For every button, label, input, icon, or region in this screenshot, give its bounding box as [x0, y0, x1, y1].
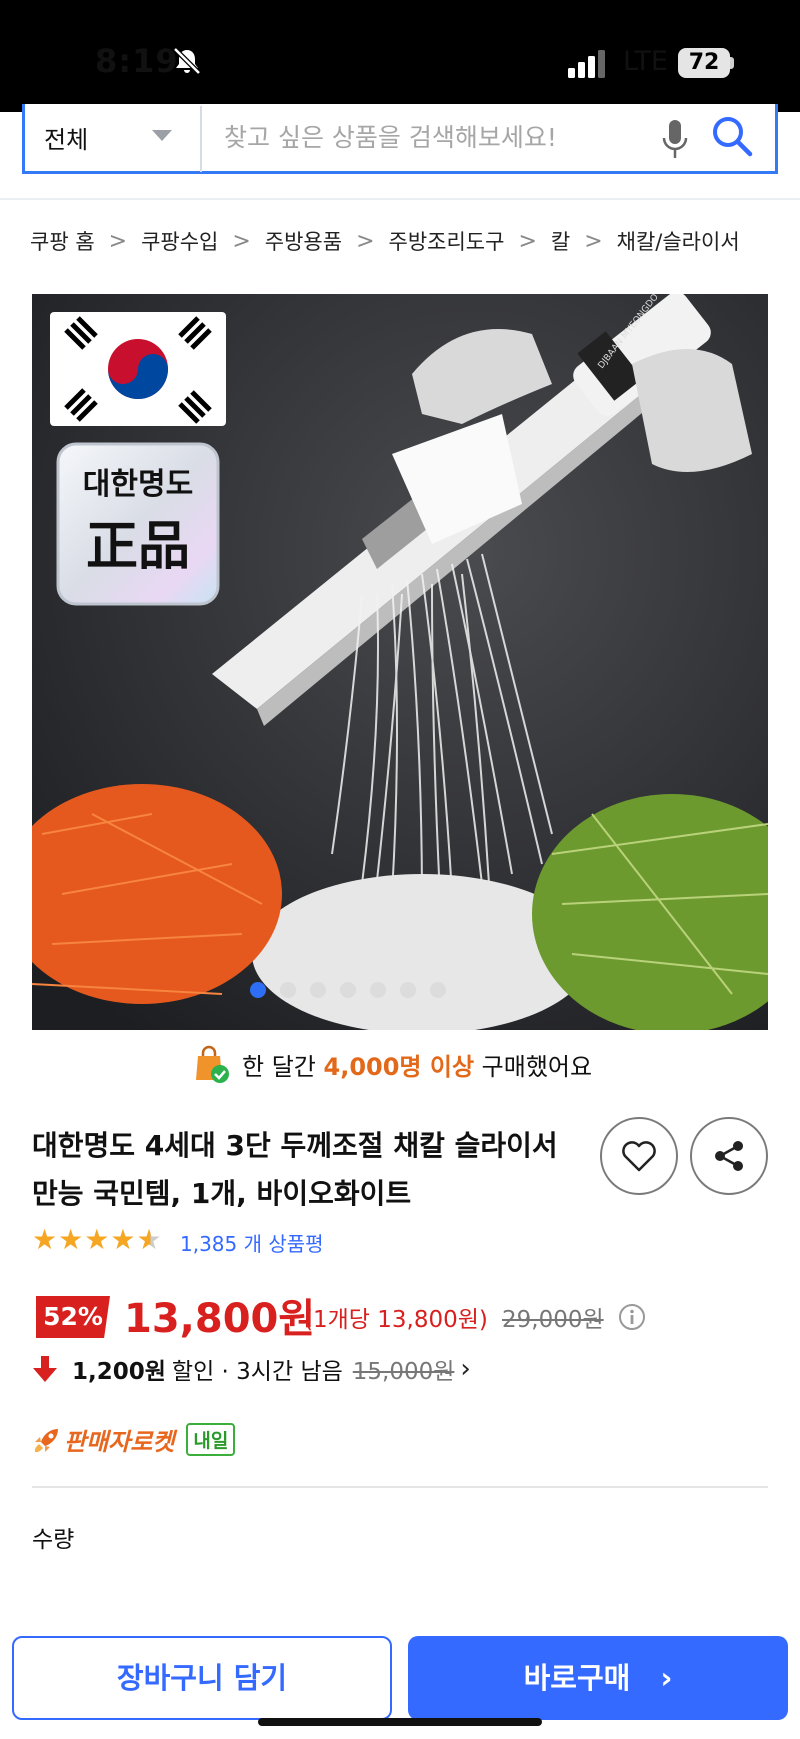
carousel-dot[interactable] — [370, 982, 386, 998]
chevron-right-icon: > — [356, 228, 375, 254]
purchase-count-banner: 한 달간 4,000명 이상 구매했어요 — [190, 1044, 592, 1084]
search-icon[interactable] — [710, 114, 754, 158]
share-icon — [715, 1141, 743, 1171]
review-count-link[interactable]: 1,385 개 상품평 — [180, 1228, 324, 1257]
carousel-dot[interactable] — [340, 982, 356, 998]
carousel-dot[interactable] — [280, 982, 296, 998]
add-to-cart-button[interactable]: 장바구니 담기 — [12, 1636, 392, 1720]
arrow-down-icon — [33, 1356, 57, 1382]
status-time: 8:19 — [95, 42, 179, 80]
chevron-right-icon: › — [660, 1661, 673, 1695]
cell-signal-icon — [568, 50, 605, 78]
buy-now-label: 바로구매 — [523, 1661, 631, 1695]
rocket-delivery-label: 판매자로켓 — [64, 1428, 175, 1456]
shopping-bag-check-icon — [196, 1045, 229, 1083]
product-title: 대한명도 4세대 3단 두께조절 채칼 슬라이서 만능 국민템, 1개, 바이오… — [32, 1129, 558, 1210]
carousel-dot[interactable] — [310, 982, 326, 998]
rating-stars: ★ ★ ★ ★ ★ — [32, 1226, 162, 1254]
battery-tip — [730, 57, 734, 69]
star-icon: ★ — [58, 1223, 84, 1256]
sold-suffix: 구매했어요 — [481, 1052, 593, 1081]
rocket-icon — [34, 1428, 58, 1452]
unit-price: (1개당 13,800원) — [304, 1307, 488, 1333]
chevron-right-icon: > — [232, 228, 251, 254]
coupon-discount-row[interactable]: 1,200원 할인 · 3시간 남음 15,000원 › — [32, 1352, 471, 1386]
breadcrumb-item[interactable]: 쿠팡수입 — [141, 226, 218, 256]
sale-price: 13,800원 — [124, 1296, 316, 1342]
battery-indicator: 72 — [678, 48, 730, 78]
header-divider — [0, 198, 800, 200]
image-carousel-dots — [250, 982, 446, 998]
share-button[interactable] — [690, 1117, 768, 1195]
badge-top-text: 대한명도 — [83, 467, 193, 502]
quantity-label: 수량 — [32, 1527, 75, 1553]
sold-prefix: 한 달간 — [242, 1052, 316, 1081]
badge-bottom-text: 正品 — [86, 517, 190, 577]
section-divider — [32, 1486, 768, 1488]
breadcrumb-item[interactable]: 채칼/슬라이서 — [617, 226, 740, 256]
heart-icon — [622, 1141, 656, 1172]
coupon-amount: 1,200원 — [72, 1359, 166, 1385]
delivery-eta-badge: 내일 — [186, 1423, 236, 1456]
slicer-illustration: 대한명도 正品 DJBAAN MYEONGDO — [32, 294, 768, 1030]
sold-count: 4,000명 이상 — [323, 1052, 475, 1081]
search-divider — [200, 106, 202, 172]
coupon-text: 할인 · 3시간 남음 — [171, 1359, 343, 1385]
category-select[interactable]: 전체 — [44, 120, 88, 155]
breadcrumb-item[interactable]: 칼 — [551, 226, 570, 256]
breadcrumb-item[interactable]: 주방조리도구 — [389, 226, 505, 256]
buy-now-button[interactable]: 바로구매 › — [408, 1636, 788, 1720]
chevron-right-icon: > — [584, 228, 603, 254]
chevron-down-icon[interactable] — [152, 130, 172, 141]
star-icon: ★ — [84, 1223, 110, 1256]
carousel-dot[interactable] — [250, 982, 266, 998]
breadcrumb: 쿠팡 홈 > 쿠팡수입 > 주방용품 > 주방조리도구 > 칼 > 채칼/슬라이서 — [30, 226, 740, 256]
discount-badge: 52% — [36, 1296, 110, 1338]
rocket-delivery-row: 판매자로켓 내일 — [32, 1422, 236, 1457]
breadcrumb-item[interactable]: 주방용품 — [265, 226, 342, 256]
breadcrumb-item[interactable]: 쿠팡 홈 — [30, 226, 95, 256]
network-type: LTE — [623, 46, 668, 77]
original-price: 29,000원 — [502, 1307, 604, 1333]
carousel-dot[interactable] — [400, 982, 416, 998]
chevron-right-icon: › — [460, 1354, 471, 1384]
chevron-right-icon: > — [518, 228, 537, 254]
search-input[interactable] — [222, 116, 646, 158]
chevron-right-icon: > — [108, 228, 128, 254]
bell-muted-icon — [173, 47, 201, 75]
half-star-icon: ★ — [136, 1223, 162, 1256]
info-icon[interactable] — [618, 1303, 646, 1331]
product-image[interactable]: 대한명도 正品 DJBAAN MYEONGDO — [32, 294, 768, 1030]
coupon-strike-price: 15,000원 — [352, 1359, 455, 1385]
star-icon: ★ — [110, 1223, 136, 1256]
home-indicator — [258, 1718, 542, 1726]
carousel-dot[interactable] — [430, 982, 446, 998]
wishlist-button[interactable] — [600, 1117, 678, 1195]
microphone-icon[interactable] — [660, 118, 690, 162]
star-icon: ★ — [32, 1223, 58, 1256]
